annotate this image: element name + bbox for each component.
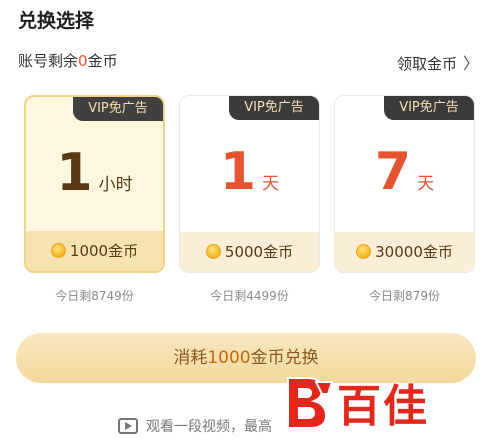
watch-video-label: 观看一段视频，最高 — [146, 419, 272, 435]
vip-ad-free-tag: VIP免广告 — [229, 96, 319, 120]
package-duration: 7天 — [335, 142, 474, 202]
chevron-right-icon: 〉 — [462, 54, 479, 73]
balance-prefix: 账号剩余 — [18, 52, 79, 70]
stock-remaining: 今日剩879份 — [369, 289, 440, 303]
package-price: 1000金币 — [26, 231, 163, 271]
duration-number: 1 — [219, 142, 257, 202]
vip-ad-free-tag: VIP免广告 — [384, 96, 474, 120]
duration-unit: 天 — [417, 174, 435, 194]
price-label: 30000金币 — [375, 243, 453, 261]
package-card-7-day[interactable]: VIP免广告 7天 30000金币 — [334, 95, 475, 273]
claim-coins-label: 领取金币 — [396, 55, 457, 73]
stock-remaining: 今日剩4499份 — [210, 289, 289, 303]
duration-number: 1 — [56, 143, 93, 203]
price-label: 5000金币 — [224, 243, 294, 261]
coin-icon — [50, 243, 66, 258]
watermark-logo-icon — [287, 377, 334, 429]
coin-balance: 账号剩余0金币 — [18, 50, 118, 71]
coin-icon — [356, 244, 372, 259]
package-price: 30000金币 — [335, 232, 474, 272]
balance-coin-count: 0 — [78, 52, 88, 70]
video-icon — [118, 418, 138, 434]
package-options: VIP免广告 1 小时 1000金币 VIP免广告 1天 5000金币 VIP免广… — [24, 95, 478, 275]
coin-icon — [205, 244, 221, 259]
balance-suffix: 金币 — [87, 52, 118, 70]
exchange-page: 兑换选择 账号剩余0金币 领取金币〉 VIP免广告 1 小时 1000金币 VIP… — [0, 0, 497, 446]
exchange-prefix: 消耗 — [173, 348, 208, 368]
stock-remaining: 今日剩8749份 — [55, 289, 134, 303]
watermark-text: 百佳 — [337, 381, 429, 432]
exchange-amount: 1000 — [207, 348, 251, 368]
claim-coins-link[interactable]: 领取金币〉 — [397, 50, 479, 74]
package-duration: 1天 — [180, 142, 319, 202]
price-label: 1000金币 — [69, 242, 139, 260]
vip-ad-free-tag: VIP免广告 — [73, 97, 163, 121]
exchange-suffix: 金币兑换 — [250, 348, 319, 368]
duration-unit: 天 — [262, 174, 280, 194]
watermark: 百佳 — [282, 372, 482, 432]
balance-row: 账号剩余0金币 领取金币〉 — [18, 50, 479, 74]
package-duration: 1 小时 — [26, 143, 163, 203]
package-price: 5000金币 — [180, 232, 319, 272]
package-card-1-day[interactable]: VIP免广告 1天 5000金币 — [179, 95, 320, 273]
watch-video-link[interactable]: 观看一段视频，最高 — [118, 416, 272, 440]
duration-number: 7 — [374, 142, 412, 202]
duration-unit: 小时 — [98, 175, 133, 195]
package-card-1-hour[interactable]: VIP免广告 1 小时 1000金币 — [24, 95, 165, 273]
page-title: 兑换选择 — [18, 10, 95, 32]
